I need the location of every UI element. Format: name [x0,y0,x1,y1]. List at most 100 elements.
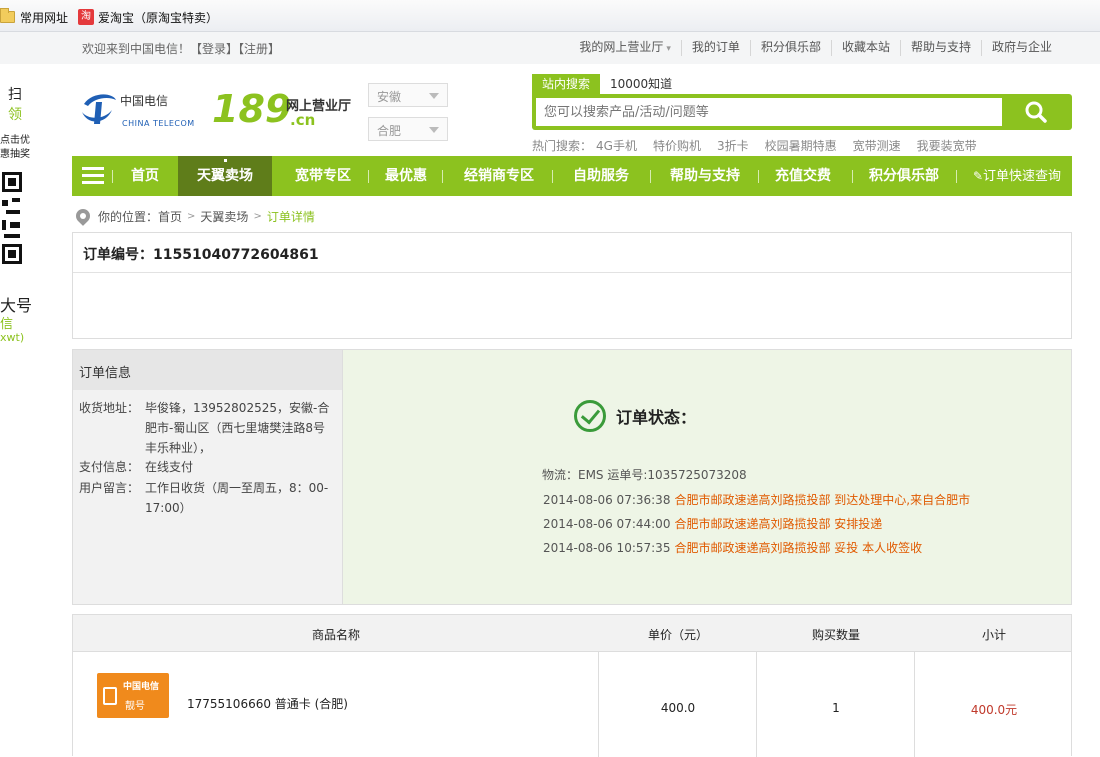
track-time: 2014-08-06 07:36:38 [543,493,671,507]
china-telecom-logo-icon [82,94,116,124]
breadcrumb-home[interactable]: 首页 [158,208,182,225]
city-value: 合肥 [377,124,402,138]
tab-site-search[interactable]: 站内搜索 [532,74,600,94]
product-subtotal: 400.0元 [970,703,1018,717]
qr-code-icon[interactable] [0,170,26,274]
nav-label: 天翼卖场 [197,168,253,184]
order-info-title: 订单信息 [73,350,342,390]
tab-10000-know[interactable]: 10000知道 [610,75,672,92]
bookmark-label: 爱淘宝（原淘宝特卖） [98,10,219,25]
header-quantity: 购买数量 [811,628,860,642]
folder-icon [0,8,15,23]
bookmark-taobao[interactable]: 淘 爱淘宝（原淘宝特卖） [78,8,218,26]
nav-dealer[interactable]: 经销商专区 [452,156,546,196]
hot-search-item[interactable]: 宽带测速 [853,137,901,154]
header-product-name: 商品名称 [311,628,360,642]
side-lottery-text: 惠抽奖 [0,149,30,160]
track-row: 2014-08-06 07:44:00 合肥市邮政速递高刘路揽投部 安排投递 [543,515,882,532]
sim-label: 靓号 [125,701,145,712]
search-input[interactable] [536,98,1002,126]
nav-broadband[interactable]: 宽带专区 [282,156,364,196]
city-select[interactable]: 合肥 [368,117,448,141]
top-bar: 欢迎来到中国电信！【登录】【注册】 我的网上营业厅 ▾ 我的订单 积分俱乐部 收藏… [0,32,1100,64]
nav-home[interactable]: 首页 [118,156,172,196]
taobao-icon: 淘 [78,9,94,25]
nav-help[interactable]: 帮助与支持 [660,156,750,196]
product-table-header: 商品名称 单价（元） 购买数量 小计 [73,615,1071,652]
top-link-points-club[interactable]: 积分俱乐部 [749,40,831,56]
address-label: 收货地址： [79,401,140,415]
hot-search-item[interactable]: 4G手机 [596,137,637,154]
site-logo[interactable]: 中国电信 CHINA TELECOM 189 .cn 网上营业厅 [78,86,368,134]
side-get-text: 领 [8,107,22,123]
track-row: 2014-08-06 10:57:35 合肥市邮政速递高刘路揽投部 妥投 本人收签… [543,539,922,556]
top-link-my-hall[interactable]: 我的网上营业厅 ▾ [569,40,681,56]
nav-label: 订单快速查询 [983,169,1062,184]
side-wt-text: xwt) [0,331,25,344]
bookmark-label: 常用网址 [20,10,69,25]
search-icon[interactable] [1020,100,1054,124]
nav-tianyi-mall[interactable]: 天翼卖场 [178,156,272,196]
bookmarks-bar: 常用网址 淘 爱淘宝（原淘宝特卖） [0,0,1100,32]
chevron-right-icon: > [253,210,262,222]
chevron-down-icon [429,93,439,99]
nav-recharge[interactable]: 充值交费 [768,156,838,196]
chevron-down-icon [429,127,439,133]
order-number-box: 订单编号：11551040772604861 [72,232,1072,339]
hot-search-item[interactable]: 3折卡 [717,137,749,154]
header-subtotal: 小计 [981,628,1006,642]
menu-icon[interactable] [82,167,104,185]
logo-en: CHINA TELECOM [122,119,195,128]
order-info-left: 订单信息 收货地址： 毕俊锋，13952802525，安徽-合肥市-蜀山区（西七… [73,350,343,604]
logistics-line: 物流：EMS 运单号:1035725073208 [542,468,747,482]
breadcrumb-label: 你的位置： [98,209,159,224]
bookmark-common-sites[interactable]: 常用网址 [0,8,68,26]
product-price: 400.0 [660,701,696,715]
sim-chip-icon [103,687,117,705]
top-links: 我的网上营业厅 ▾ 我的订单 积分俱乐部 收藏本站 帮助与支持 政府与企业 [569,40,1062,56]
hot-search-label: 热门搜索： [532,139,593,153]
order-status-label: 订单状态： [616,408,697,427]
address-value: 毕俊锋，13952802525，安徽-合肥市-蜀山区（西七里塘樊洼路8号 丰乐种… [145,401,330,455]
province-select[interactable]: 安徽 [368,83,448,107]
top-link-help[interactable]: 帮助与支持 [899,40,981,56]
top-link-enterprise[interactable]: 政府与企业 [980,40,1062,56]
track-row: 2014-08-06 07:36:38 合肥市邮政速递高刘路揽投部 到达处理中心,… [543,491,970,508]
hot-search-item[interactable]: 特价购机 [653,137,701,154]
nav-points-club[interactable]: 积分俱乐部 [862,156,946,196]
side-scan-text: 扫 [8,87,22,103]
main-nav: 首页 天翼卖场 宽带专区 最优惠 经销商专区 自助服务 帮助与支持 充值交费 积… [72,156,1072,196]
breadcrumb-mall[interactable]: 天翼卖场 [200,208,248,225]
payment-value: 在线支付 [145,460,194,474]
track-desc: 合肥市邮政速递高刘路揽投部 安排投递 [674,517,883,531]
order-number-label: 订单编号： [83,247,153,263]
search-box [532,94,1072,130]
nav-order-quick-query[interactable]: ✎订单快速查询 [968,156,1066,196]
nav-self-service[interactable]: 自助服务 [562,156,640,196]
logo-cn: 中国电信 [120,94,169,108]
track-time: 2014-08-06 10:57:35 [543,541,671,555]
side-click-text: 点击优 [0,135,30,146]
hot-searches: 热门搜索： 4G手机 特价购机 3折卡 校园暑期特惠 宽带测速 我要装宽带 [532,137,977,154]
top-link-my-orders[interactable]: 我的订单 [680,40,750,56]
sim-card-image[interactable]: 中国电信 靓号 [97,673,169,718]
order-number-value: 11551040772604861 [153,247,319,263]
sim-brand: 中国电信 [123,682,160,692]
product-quantity: 1 [832,701,840,715]
track-time: 2014-08-06 07:44:00 [543,517,671,531]
province-value: 安徽 [377,90,402,104]
welcome-text[interactable]: 欢迎来到中国电信！【登录】【注册】 [82,40,280,57]
chevron-right-icon: > [187,210,196,222]
product-name[interactable]: 17755106660 普通卡 (合肥) [187,695,348,712]
hot-search-item[interactable]: 校园暑期特惠 [765,137,837,154]
nav-best-deals[interactable]: 最优惠 [374,156,438,196]
hot-search-item[interactable]: 我要装宽带 [917,137,977,154]
location-pin-icon [73,206,93,226]
note-label: 用户留言： [79,481,140,495]
header-unit-price: 单价（元） [647,628,708,642]
top-link-favorite[interactable]: 收藏本站 [830,40,900,56]
track-desc: 合肥市邮政速递高刘路揽投部 到达处理中心,来自合肥市 [674,493,971,507]
order-number-header: 订单编号：11551040772604861 [73,233,1071,273]
logo-hall: 网上营业厅 [286,99,352,114]
track-desc: 合肥市邮政速递高刘路揽投部 妥投 本人收签收 [674,541,923,555]
